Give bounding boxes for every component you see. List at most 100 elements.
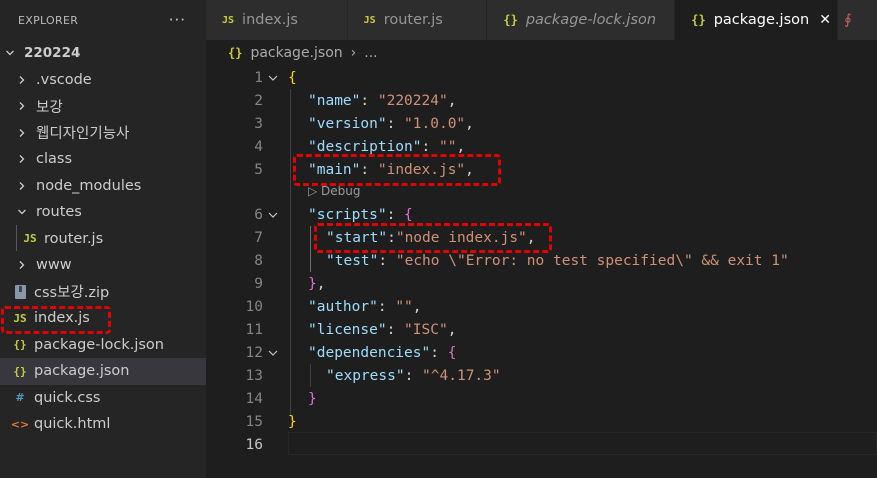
tree-item-css-zip[interactable]: css보강.zip <box>0 279 206 306</box>
js-file-icon: JS <box>363 14 376 26</box>
tab-label: index.js <box>242 12 298 28</box>
fold-chevron-icon[interactable] <box>266 72 280 84</box>
close-icon[interactable]: ✕ <box>819 12 831 28</box>
code-line: 7 "start":"node index.js", <box>206 226 877 249</box>
code-text: "main": "index.js", <box>308 161 474 178</box>
tree-item-label: 보강 <box>36 99 63 116</box>
json-file-icon: {} <box>228 46 243 60</box>
debug-codelens[interactable]: ▷ Debug <box>308 184 361 198</box>
chevron-right-icon <box>16 101 28 111</box>
fold-chevron-icon[interactable] <box>266 209 280 221</box>
code-line: 11 "license": "ISC", <box>206 318 877 341</box>
code-line: 8 "test": "echo \"Error: no test specifi… <box>206 249 877 272</box>
line-number: 14 <box>245 390 263 407</box>
chevron-right-icon <box>16 154 28 164</box>
more-actions-icon[interactable]: ··· <box>169 11 186 29</box>
code-text: "license": "ISC", <box>308 321 457 338</box>
code-line: 16 <box>206 433 877 456</box>
chevron-right-icon: › <box>350 45 357 61</box>
tab-overflow-partial[interactable]: ∮ <box>838 0 877 40</box>
js-file-icon: JS <box>13 311 27 325</box>
code-text: "version": "1.0.0", <box>308 115 474 132</box>
json-file-icon: {} <box>691 13 706 27</box>
tree-item-quick-html[interactable]: <> quick.html <box>0 411 206 438</box>
tab-index-js[interactable]: JS index.js <box>206 0 348 40</box>
breadcrumb-file[interactable]: package.json <box>250 45 342 61</box>
line-number: 8 <box>254 252 263 269</box>
code-text: "name": "220224", <box>308 92 457 109</box>
tab-label: router.js <box>383 12 443 28</box>
line-number: 15 <box>245 413 263 430</box>
tree-item-router-js[interactable]: JS router.js <box>0 226 206 253</box>
tree-item-index-js[interactable]: JS index.js <box>0 305 206 332</box>
code-text: "author": "", <box>308 298 422 315</box>
line-number: 7 <box>254 229 263 246</box>
partial-tab-icon: ∮ <box>844 12 852 28</box>
code-line: 14 } <box>206 387 877 410</box>
chevron-right-icon <box>16 128 28 138</box>
code-text: "dependencies": { <box>308 344 457 361</box>
tree-item-label: index.js <box>34 310 90 327</box>
css-file-icon: # <box>15 391 25 405</box>
js-file-icon: JS <box>23 232 37 246</box>
tree-item-label: quick.html <box>34 416 111 433</box>
tree-item-label: .vscode <box>36 71 92 88</box>
chevron-down-icon <box>16 207 28 217</box>
html-file-icon: <> <box>10 417 30 431</box>
tree-item-label: router.js <box>44 230 104 247</box>
zip-file-icon <box>10 284 30 299</box>
code-editor[interactable]: 1 { 2 "name": "220224", 3 "version": "1.… <box>206 66 877 478</box>
tree-item-quick-css[interactable]: # quick.css <box>0 385 206 412</box>
tree-item-www[interactable]: www <box>0 252 206 279</box>
tree-item-class[interactable]: class <box>0 146 206 173</box>
line-number: 1 <box>254 69 263 86</box>
tree-item-label: quick.css <box>34 389 101 406</box>
tree-item-label: class <box>36 151 72 168</box>
code-text: "scripts": { <box>308 206 413 223</box>
chevron-down-icon <box>4 48 16 58</box>
code-line: 10 "author": "", <box>206 295 877 318</box>
fold-chevron-icon[interactable] <box>266 347 280 359</box>
tree-item-label: package.json <box>34 363 130 380</box>
tree-item-label: css보강.zip <box>34 285 110 302</box>
json-file-icon: {} <box>503 13 518 27</box>
file-tree: 220224 .vscode 보강 웹디자인기능사 class node_mod… <box>0 40 206 438</box>
tab-package-lock-json[interactable]: {} package-lock.json <box>487 0 676 40</box>
line-number: 11 <box>245 321 263 338</box>
code-text: "test": "echo \"Error: no test specified… <box>326 252 789 269</box>
tree-item-package-json[interactable]: {} package.json <box>0 358 206 385</box>
code-text: "express": "^4.17.3" <box>326 367 501 384</box>
line-number: 5 <box>254 161 263 178</box>
line-number: 13 <box>245 367 263 384</box>
indent-guide <box>16 225 17 251</box>
folder-label: 220224 <box>24 45 81 62</box>
tree-item-bogang[interactable]: 보강 <box>0 93 206 120</box>
breadcrumb-symbol[interactable]: ... <box>364 45 377 61</box>
tab-package-json[interactable]: {} package.json ✕ <box>675 0 839 40</box>
chevron-right-icon <box>16 75 28 85</box>
code-text: }, <box>308 275 326 292</box>
tree-item-routes[interactable]: routes <box>0 199 206 226</box>
tree-item-vscode[interactable]: .vscode <box>0 67 206 94</box>
line-number: 2 <box>254 92 263 109</box>
code-line: 15 } <box>206 410 877 433</box>
tree-item-package-lock[interactable]: {} package-lock.json <box>0 332 206 359</box>
tree-item-webdesign[interactable]: 웹디자인기능사 <box>0 120 206 147</box>
tree-item-label: routes <box>36 204 82 221</box>
line-number: 10 <box>245 298 263 315</box>
tree-item-node-modules[interactable]: node_modules <box>0 173 206 200</box>
code-text: "description": "", <box>308 138 466 155</box>
explorer-title: EXPLORER <box>18 13 79 27</box>
line-number: 9 <box>254 275 263 292</box>
tab-router-js[interactable]: JS router.js <box>347 0 488 40</box>
code-line: 3 "version": "1.0.0", <box>206 112 877 135</box>
tree-item-label: node_modules <box>36 177 142 194</box>
code-line: 2 "name": "220224", <box>206 89 877 112</box>
folder-root[interactable]: 220224 <box>0 40 206 67</box>
json-file-icon: {} <box>13 364 27 378</box>
js-file-icon: JS <box>222 14 235 26</box>
code-line: 1 { <box>206 66 877 89</box>
code-line: 12 "dependencies": { <box>206 341 877 364</box>
code-line: 5 "main": "index.js", <box>206 158 877 181</box>
line-number: 12 <box>245 344 263 361</box>
